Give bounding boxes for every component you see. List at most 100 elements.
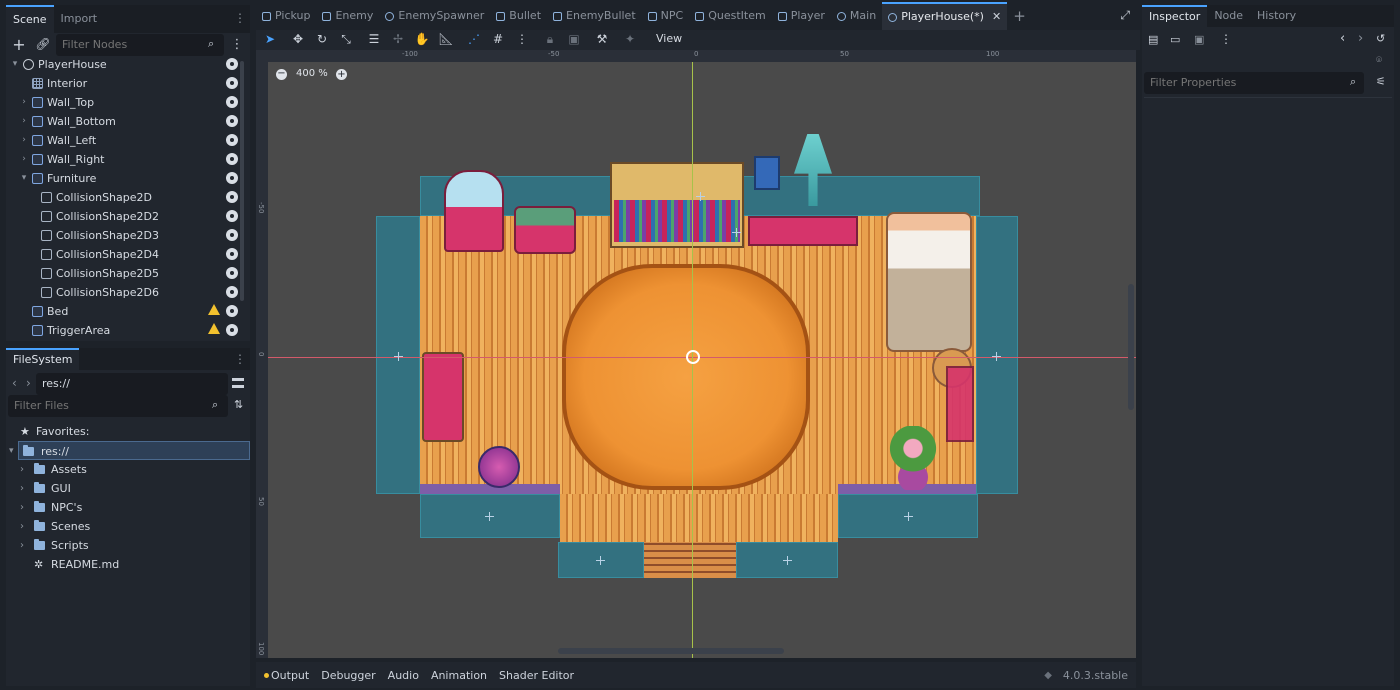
distraction-free-icon[interactable]: ⤢ bbox=[1120, 8, 1130, 23]
visibility-eye-icon[interactable] bbox=[226, 58, 238, 70]
scene-tree-row[interactable]: CollisionShape2D bbox=[6, 188, 242, 207]
chevron-right-icon[interactable]: › bbox=[20, 498, 24, 517]
visibility-eye-icon[interactable] bbox=[226, 153, 238, 165]
visibility-eye-icon[interactable] bbox=[226, 210, 238, 222]
visibility-eye-icon[interactable] bbox=[226, 191, 238, 203]
ruler-tool-icon[interactable]: 📐︎ bbox=[436, 32, 456, 46]
editor-tab[interactable]: PlayerHouse(*) ✕ bbox=[882, 2, 1008, 31]
tab-audio[interactable]: Audio bbox=[388, 669, 419, 682]
scene-tree-row[interactable]: TriggerArea bbox=[6, 321, 242, 340]
scene-tree-row[interactable]: CollisionShape2D6 bbox=[6, 283, 242, 302]
open-folder-icon[interactable]: ▭ bbox=[1170, 33, 1180, 46]
flower-pot[interactable] bbox=[884, 426, 942, 490]
select-tool-icon[interactable]: ➤ bbox=[260, 32, 280, 46]
bed[interactable] bbox=[886, 212, 972, 352]
scene-tree-row[interactable]: CollisionShape2D3 bbox=[6, 226, 242, 245]
visibility-eye-icon[interactable] bbox=[226, 248, 238, 260]
filesystem-row[interactable]: ✲ README.md bbox=[20, 555, 252, 574]
filesystem-row[interactable]: › GUI bbox=[20, 479, 252, 498]
selected-node-pivot-icon[interactable] bbox=[686, 350, 700, 364]
save-icon[interactable]: ▣ bbox=[1194, 33, 1204, 46]
dresser-mirror[interactable] bbox=[444, 170, 504, 252]
group-icon[interactable]: ▣ bbox=[564, 32, 584, 46]
favorites-row[interactable]: ★ Favorites: bbox=[20, 422, 252, 441]
editor-tab[interactable]: Pickup bbox=[256, 2, 316, 30]
visibility-eye-icon[interactable] bbox=[226, 324, 238, 336]
visibility-eye-icon[interactable] bbox=[226, 172, 238, 184]
bone-icon[interactable]: ⚒ bbox=[592, 32, 612, 46]
filter-files-input[interactable] bbox=[8, 395, 228, 417]
editor-tab[interactable]: NPC bbox=[642, 2, 690, 30]
tab-animation[interactable]: Animation bbox=[431, 669, 487, 682]
tab-filesystem[interactable]: FileSystem bbox=[6, 348, 80, 370]
sort-icon[interactable]: ⇅ bbox=[234, 398, 243, 411]
chevron-right-icon[interactable]: › bbox=[19, 112, 29, 131]
visibility-eye-icon[interactable] bbox=[226, 305, 238, 317]
new-resource-icon[interactable]: ▤ bbox=[1148, 33, 1158, 46]
rotate-tool-icon[interactable]: ↻ bbox=[312, 32, 332, 46]
scene-tree-row[interactable]: ▾ PlayerHouse bbox=[6, 55, 242, 74]
lock-icon[interactable]: 🔒︎ bbox=[540, 32, 560, 46]
vertical-scrollbar[interactable] bbox=[1128, 284, 1134, 410]
scene-tree-row[interactable]: › Wall_Left bbox=[6, 131, 242, 150]
editor-tab[interactable]: EnemyBullet bbox=[547, 2, 642, 30]
chevron-down-icon[interactable]: ▾ bbox=[10, 55, 20, 74]
tab-debugger[interactable]: Debugger bbox=[321, 669, 375, 682]
visibility-eye-icon[interactable] bbox=[226, 229, 238, 241]
link-icon[interactable]: 🔗︎ bbox=[32, 33, 54, 55]
treasure-chest[interactable] bbox=[514, 206, 576, 254]
scale-tool-icon[interactable]: ⤡ bbox=[336, 32, 356, 46]
visibility-eye-icon[interactable] bbox=[226, 134, 238, 146]
canvas-viewport[interactable]: -100 -50 0 50 100 -50 0 50 100 − 400 % + bbox=[256, 50, 1136, 658]
property-options-icon[interactable]: ⚟ bbox=[1376, 75, 1386, 88]
chevron-right-icon[interactable]: › bbox=[20, 536, 24, 555]
chevron-right-icon[interactable]: › bbox=[20, 479, 24, 498]
inspector-menu-icon[interactable]: ⋮ bbox=[1220, 32, 1232, 46]
tab-output[interactable]: Output bbox=[271, 669, 309, 682]
chevron-right-icon[interactable]: › bbox=[20, 517, 24, 536]
object-dropdown-icon[interactable]: ⌾ bbox=[1376, 55, 1382, 66]
editor-tab[interactable]: Player bbox=[772, 2, 831, 30]
editor-tab[interactable]: Bullet bbox=[490, 2, 547, 30]
visibility-eye-icon[interactable] bbox=[226, 96, 238, 108]
back-icon[interactable]: ‹ bbox=[12, 376, 17, 390]
scene-tree-row[interactable]: › Wall_Top bbox=[6, 93, 242, 112]
globe[interactable] bbox=[478, 446, 520, 488]
close-icon[interactable]: ✕ bbox=[992, 3, 1001, 31]
add-tab-icon[interactable]: + bbox=[1013, 7, 1026, 25]
horizontal-scrollbar[interactable] bbox=[558, 648, 784, 654]
path-input[interactable] bbox=[36, 373, 228, 395]
visibility-eye-icon[interactable] bbox=[226, 77, 238, 89]
snap-options-icon[interactable]: ⋮ bbox=[512, 32, 532, 46]
pan-tool-icon[interactable]: ✋ bbox=[412, 32, 432, 46]
chevron-down-icon[interactable]: ▾ bbox=[9, 442, 14, 461]
grid-snap-icon[interactable]: # bbox=[488, 32, 508, 46]
add-node-button[interactable]: + bbox=[8, 33, 30, 55]
layout-toggle-icon[interactable] bbox=[232, 378, 244, 388]
editor-tab[interactable]: EnemySpawner bbox=[379, 2, 490, 30]
scene-tree-row[interactable]: › Wall_Right bbox=[6, 150, 242, 169]
visibility-eye-icon[interactable] bbox=[226, 286, 238, 298]
editor-tab[interactable]: Enemy bbox=[316, 2, 379, 30]
tab-scene[interactable]: Scene bbox=[6, 5, 54, 33]
scene-tree-row[interactable]: ▾ Furniture bbox=[6, 169, 242, 188]
filesystem-row[interactable]: › Scenes bbox=[20, 517, 252, 536]
scene-tree-row[interactable]: CollisionShape2D5 bbox=[6, 264, 242, 283]
scene-tree-row[interactable]: CollisionShape2D4 bbox=[6, 245, 242, 264]
filesystem-row[interactable]: › Assets bbox=[20, 460, 252, 479]
warning-icon[interactable] bbox=[208, 323, 220, 334]
visibility-eye-icon[interactable] bbox=[226, 115, 238, 127]
scene-tree-scrollbar[interactable] bbox=[240, 61, 244, 301]
chevron-down-icon[interactable]: ▾ bbox=[19, 169, 29, 188]
pink-chair-right[interactable] bbox=[946, 366, 974, 442]
tab-shader-editor[interactable]: Shader Editor bbox=[499, 669, 574, 682]
chevron-right-icon[interactable]: › bbox=[19, 131, 29, 150]
view-menu-button[interactable]: View bbox=[656, 32, 682, 45]
smart-snap-icon[interactable]: ⋰ bbox=[464, 32, 484, 46]
tab-history[interactable]: History bbox=[1250, 5, 1303, 27]
chevron-right-icon[interactable]: › bbox=[19, 150, 29, 169]
pivot-tool-icon[interactable]: ✢ bbox=[388, 32, 408, 46]
editor-tab[interactable]: QuestItem bbox=[689, 2, 771, 30]
chevron-right-icon[interactable]: › bbox=[20, 460, 24, 479]
oval-rug[interactable] bbox=[562, 264, 810, 490]
